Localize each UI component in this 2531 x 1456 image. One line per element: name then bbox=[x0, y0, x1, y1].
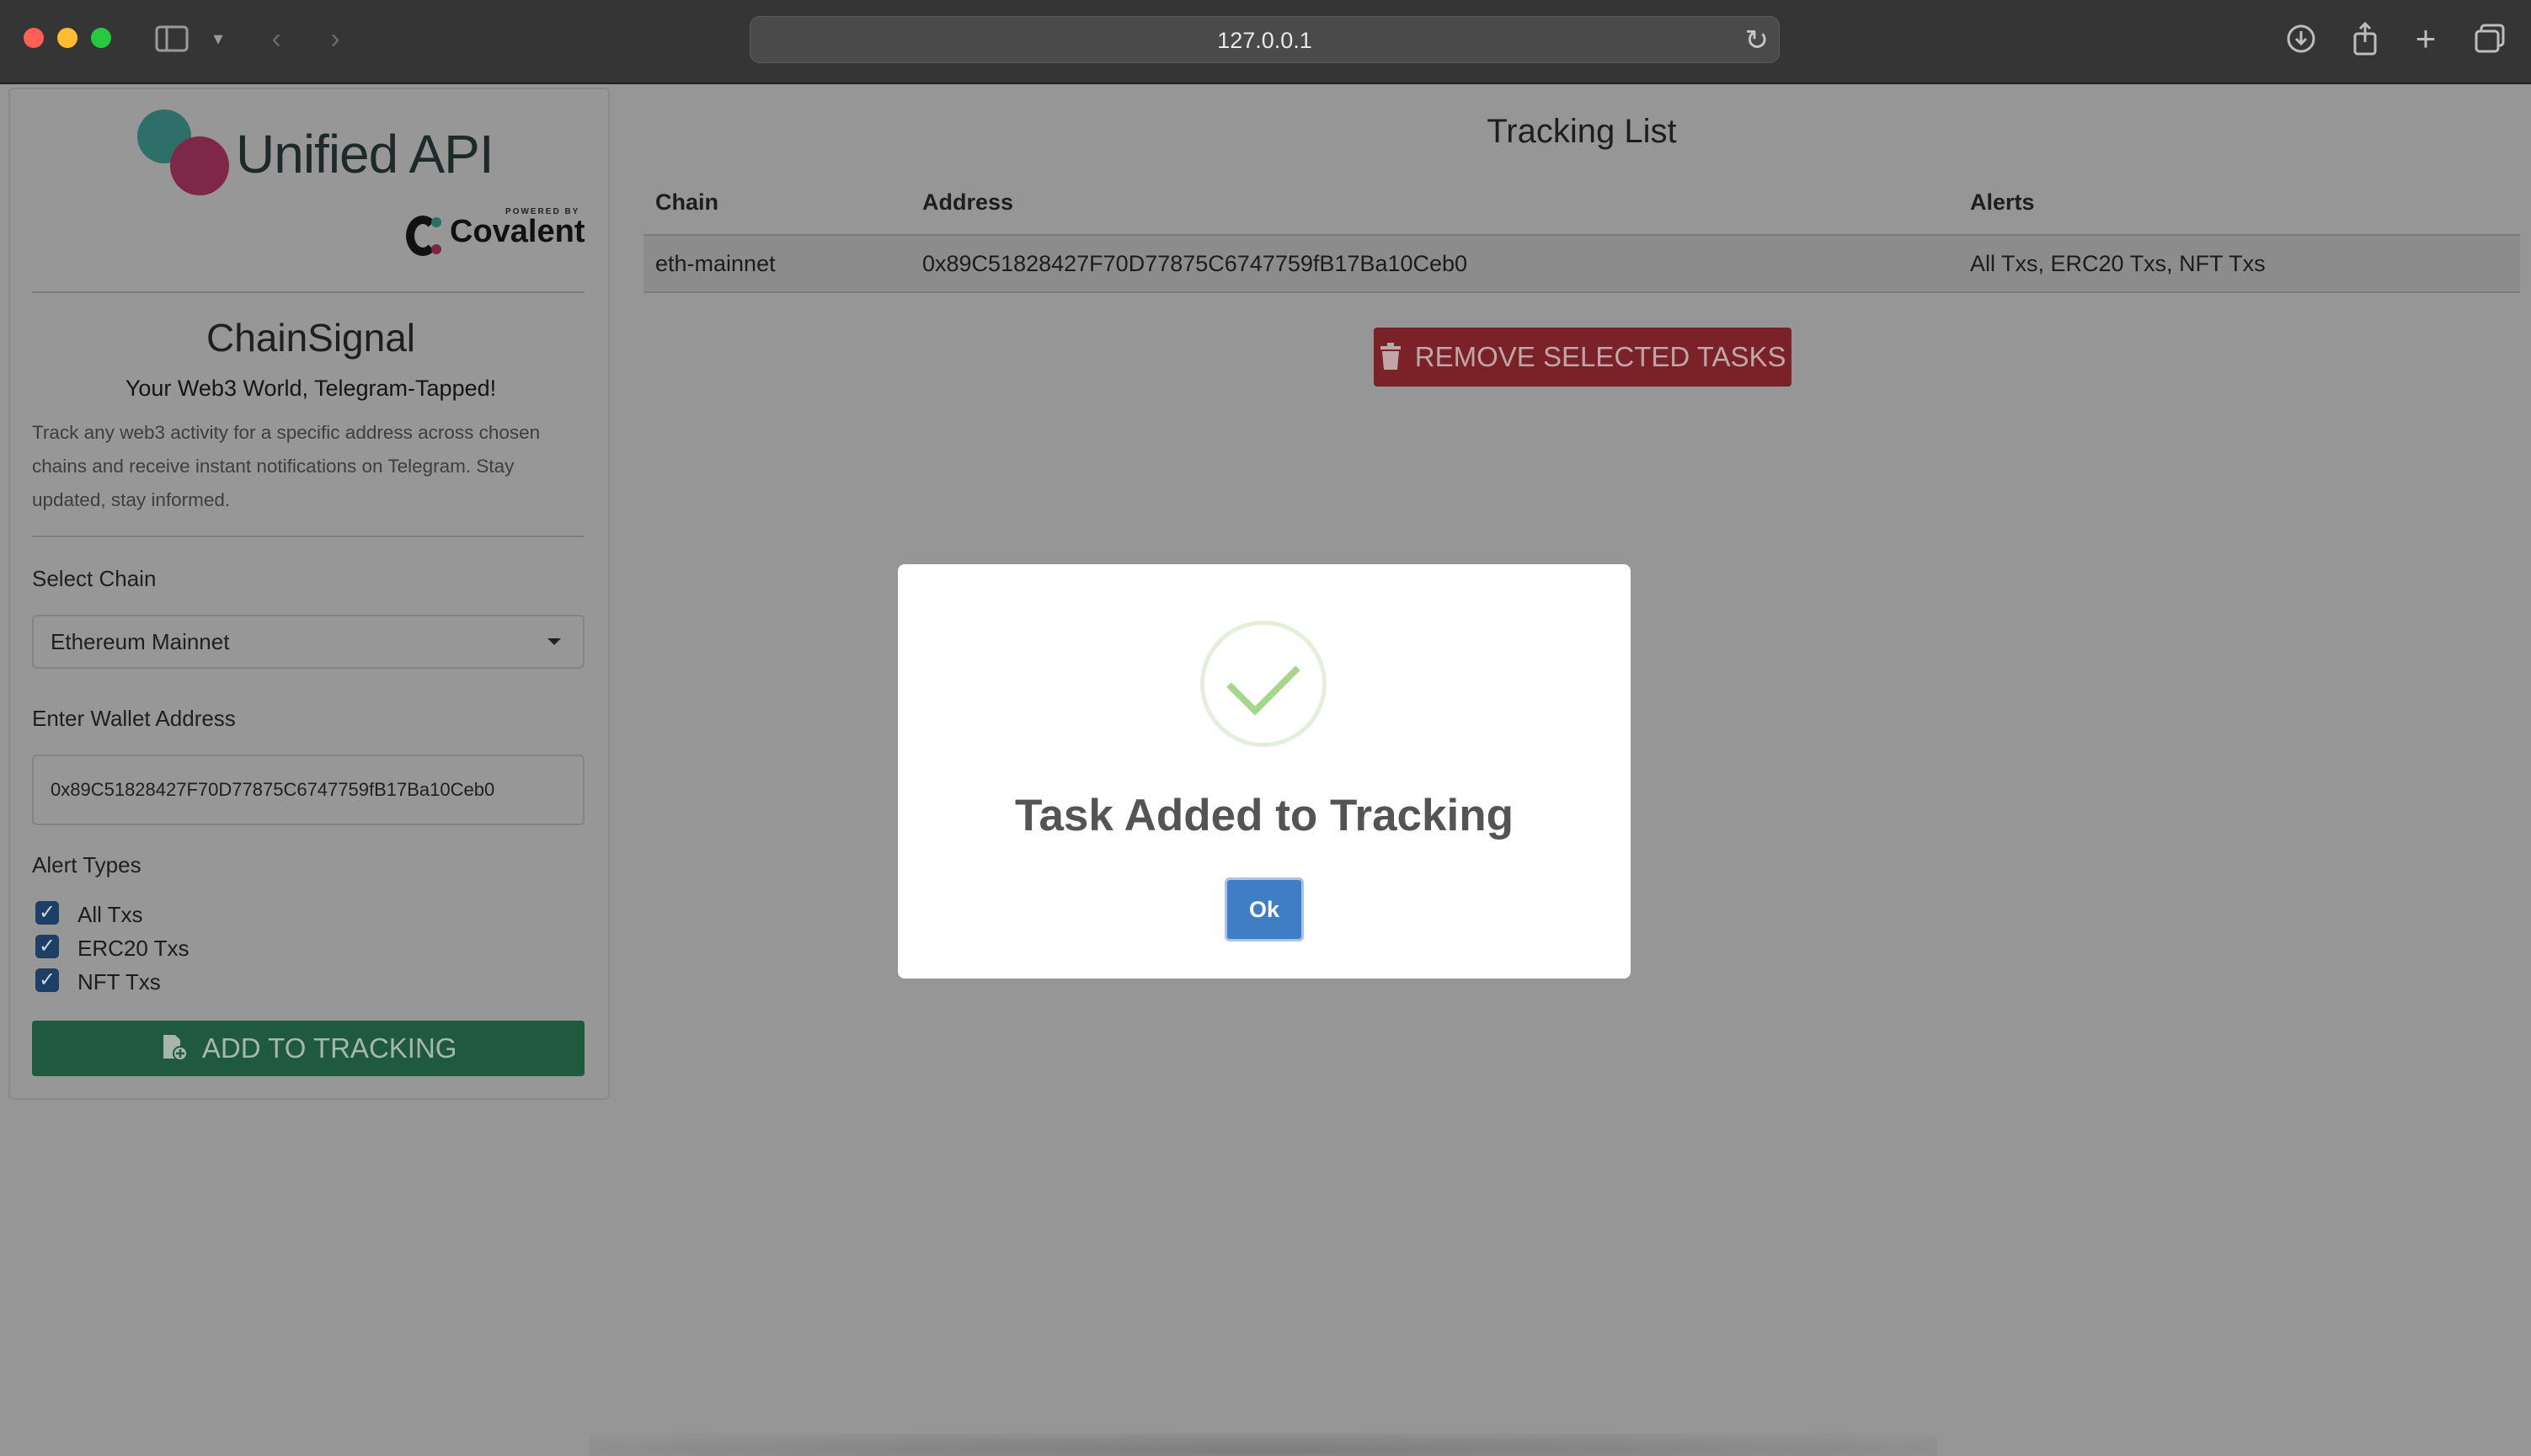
downloads-icon[interactable] bbox=[2284, 19, 2318, 59]
checkbox-checked-icon[interactable]: ✓ bbox=[35, 935, 59, 958]
app-title: ChainSignal bbox=[206, 316, 416, 360]
select-chain-label: Select Chain bbox=[32, 566, 157, 591]
divider bbox=[32, 291, 585, 293]
checkbox-checked-icon[interactable]: ✓ bbox=[35, 968, 59, 992]
minimize-window-button[interactable] bbox=[57, 28, 77, 48]
file-add-icon bbox=[160, 1035, 195, 1064]
app-description: Track any web3 activity for a specific a… bbox=[32, 422, 541, 510]
app-tagline: Your Web3 World, Telegram-Tapped! bbox=[125, 376, 497, 401]
check-mark-icon bbox=[1226, 642, 1300, 716]
partner-name: Covalent bbox=[450, 214, 585, 249]
covalent-dot-icon bbox=[431, 217, 441, 227]
reload-icon[interactable]: ↻ bbox=[1745, 20, 1770, 61]
url-text: 127.0.0.1 bbox=[1217, 28, 1312, 53]
address-bar[interactable]: 127.0.0.1 ↻ bbox=[750, 16, 1780, 63]
column-header-alerts: Alerts bbox=[1970, 189, 2035, 215]
close-window-button[interactable] bbox=[24, 28, 44, 48]
zoom-window-button[interactable] bbox=[91, 28, 111, 48]
wallet-address-label: Enter Wallet Address bbox=[32, 706, 236, 731]
chain-select[interactable]: Ethereum Mainnet bbox=[32, 615, 585, 669]
success-check-icon bbox=[1200, 621, 1327, 747]
row-address-cell: 0x89C51828427F70D77875C6747759fB17Ba10Ce… bbox=[922, 251, 1468, 276]
caret-down-icon bbox=[547, 638, 561, 645]
row-chain-cell: eth-mainnet bbox=[655, 251, 776, 276]
tracking-list-title: Tracking List bbox=[1487, 113, 1677, 150]
share-icon[interactable] bbox=[2348, 19, 2382, 59]
column-header-address: Address bbox=[922, 189, 1014, 215]
alert-option-label: ERC20 Txs bbox=[77, 936, 190, 961]
sidebar-toggle-icon[interactable] bbox=[153, 19, 190, 59]
chevron-down-icon[interactable]: ▾ bbox=[206, 19, 231, 59]
row-alerts-cell: All Txs, ERC20 Txs, NFT Txs bbox=[1970, 251, 2266, 276]
browser-toolbar: ▾ ‹ › 127.0.0.1 ↻ + bbox=[0, 0, 2531, 84]
brand-title: Unified API bbox=[236, 124, 494, 184]
table-row[interactable]: eth-mainnet 0x89C51828427F70D77875C67477… bbox=[643, 234, 2520, 293]
new-tab-icon[interactable]: + bbox=[2409, 19, 2443, 59]
wallet-address-input[interactable]: 0x89C51828427F70D77875C6747759fB17Ba10Ce… bbox=[32, 755, 585, 825]
column-header-chain: Chain bbox=[655, 189, 719, 215]
checkbox-checked-icon[interactable]: ✓ bbox=[35, 901, 59, 925]
divider bbox=[32, 536, 585, 537]
alert-types-label: Alert Types bbox=[32, 852, 142, 877]
ok-button[interactable]: Ok bbox=[1225, 877, 1304, 941]
logo-circle-magenta bbox=[170, 136, 229, 195]
sidebar-panel: Unified API POWERED BY Covalent ChainSig… bbox=[8, 88, 610, 1100]
trash-icon bbox=[1379, 343, 1409, 372]
remove-selected-tasks-button[interactable]: REMOVE SELECTED TASKS bbox=[1374, 328, 1791, 387]
add-to-tracking-button[interactable]: ADD TO TRACKING bbox=[32, 1021, 585, 1076]
dialog-title: Task Added to Tracking bbox=[1015, 791, 1514, 840]
wallet-address-value: 0x89C51828427F70D77875C6747759fB17Ba10Ce… bbox=[51, 779, 495, 800]
success-dialog: Task Added to Tracking Ok bbox=[898, 564, 1631, 979]
add-to-tracking-label: ADD TO TRACKING bbox=[201, 1032, 457, 1064]
alert-option-label: NFT Txs bbox=[77, 969, 161, 995]
covalent-dot-icon bbox=[431, 244, 441, 254]
forward-icon[interactable]: › bbox=[320, 19, 350, 59]
shadow-decoration bbox=[590, 1433, 1937, 1456]
back-icon[interactable]: ‹ bbox=[261, 19, 291, 59]
remove-selected-tasks-label: REMOVE SELECTED TASKS bbox=[1414, 341, 1786, 372]
tab-overview-icon[interactable] bbox=[2471, 19, 2508, 59]
chain-select-value: Ethereum Mainnet bbox=[51, 629, 230, 654]
alert-option-label: All Txs bbox=[77, 902, 143, 927]
